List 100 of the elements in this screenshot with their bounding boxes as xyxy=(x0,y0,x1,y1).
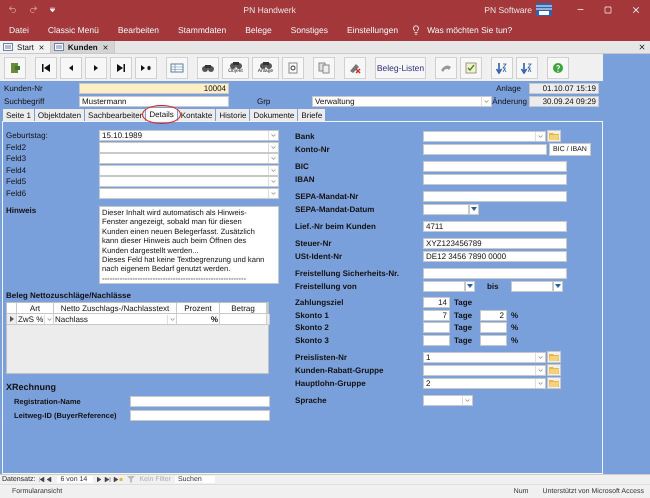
percent-field[interactable]: 2 xyxy=(480,310,507,321)
datasheet-button[interactable] xyxy=(166,56,188,78)
text-field[interactable] xyxy=(423,144,547,154)
dropdown-field[interactable] xyxy=(99,188,279,199)
next-last-new-icon[interactable] xyxy=(97,477,124,482)
column-header: Art xyxy=(17,303,54,314)
form-tab[interactable]: Sachbearbeiter xyxy=(85,109,146,121)
close-icon[interactable] xyxy=(38,44,45,50)
date-picker-button[interactable] xyxy=(552,280,563,292)
document-tab[interactable]: Kunden xyxy=(50,41,115,53)
document-tab[interactable]: Start xyxy=(0,41,51,53)
text-field[interactable] xyxy=(130,396,270,406)
lookup-button[interactable] xyxy=(547,377,561,389)
form-tab[interactable]: Details xyxy=(146,108,177,121)
approve-button[interactable] xyxy=(460,56,482,78)
form-tab[interactable]: Objektdaten xyxy=(34,109,84,121)
dropdown-field[interactable]: 2 xyxy=(423,378,546,388)
text-field[interactable] xyxy=(423,268,567,278)
tell-me-field[interactable]: Was möchten Sie tun? xyxy=(427,25,512,35)
chevron-icon xyxy=(268,154,278,164)
date-picker-button[interactable] xyxy=(465,280,475,292)
exit-button[interactable] xyxy=(4,56,26,78)
field-label: SEPA-Mandat-Nr xyxy=(295,192,360,200)
percent-cell[interactable]: % xyxy=(177,314,220,325)
field-label: Feld4 xyxy=(6,166,28,175)
days-field[interactable]: 14 xyxy=(423,297,450,308)
dropdown-field[interactable]: 15.10.1989 xyxy=(99,130,279,142)
beleg-listen-button[interactable]: Beleg-Listen xyxy=(375,56,426,78)
text-dropdown[interactable]: Nachlass xyxy=(54,314,177,325)
text-field[interactable] xyxy=(423,174,567,184)
dropdown-field[interactable] xyxy=(99,142,279,153)
new-record-button[interactable] xyxy=(135,56,157,78)
sort-descending-icon xyxy=(520,62,534,74)
menu-item[interactable]: Stammdaten xyxy=(178,25,226,35)
folder-icon xyxy=(549,353,559,361)
first-record-button[interactable] xyxy=(35,56,57,78)
next-record-button[interactable] xyxy=(85,56,107,78)
form-tab[interactable]: Dokumente xyxy=(250,109,298,121)
form-tab[interactable]: Historie xyxy=(216,109,250,121)
form-tab[interactable]: Seite 1 xyxy=(3,109,34,121)
dropdown-field[interactable] xyxy=(99,153,279,164)
redo-icon[interactable] xyxy=(29,5,38,14)
form-tab[interactable]: Kontakte xyxy=(178,109,216,121)
customize-icon[interactable] xyxy=(50,7,55,12)
close-icon[interactable] xyxy=(102,44,109,50)
last-record-button[interactable] xyxy=(110,56,132,78)
preview-button[interactable] xyxy=(282,56,304,78)
menu-item[interactable]: Classic Menü xyxy=(48,25,99,35)
phone-button[interactable] xyxy=(435,56,457,78)
first-previous-icon[interactable] xyxy=(39,477,54,482)
date-picker-button[interactable] xyxy=(469,204,479,214)
find-button[interactable] xyxy=(197,56,219,78)
dropdown-field[interactable] xyxy=(423,364,546,376)
close-icon[interactable] xyxy=(631,4,641,14)
days-field[interactable] xyxy=(423,334,450,346)
lookup-button[interactable] xyxy=(547,351,561,363)
date-field[interactable] xyxy=(423,204,469,214)
percent-field[interactable] xyxy=(480,322,507,334)
days-field[interactable]: 7 xyxy=(423,310,450,321)
text-field[interactable] xyxy=(423,190,567,202)
customer-number-field[interactable]: 10004 xyxy=(79,82,229,94)
text-field[interactable]: XYZ123456789 xyxy=(423,238,567,248)
date-field[interactable] xyxy=(423,280,465,292)
date-field[interactable] xyxy=(510,280,553,292)
sort-ascending-button[interactable] xyxy=(491,56,513,78)
type-dropdown[interactable]: ZwS % xyxy=(17,314,54,325)
text-field[interactable] xyxy=(423,160,567,172)
lookup-button[interactable] xyxy=(547,364,561,376)
text-field[interactable] xyxy=(130,410,270,420)
field-label: Suchbegriff xyxy=(4,96,46,106)
dropdown-field[interactable] xyxy=(423,394,473,406)
menu-item[interactable]: Datei xyxy=(9,25,29,35)
previous-record-button[interactable] xyxy=(60,56,82,78)
amount-cell[interactable] xyxy=(220,314,267,325)
copy-button[interactable] xyxy=(313,56,335,78)
sort-descending-button[interactable] xyxy=(516,56,538,78)
days-field[interactable] xyxy=(423,322,450,334)
menu-item[interactable]: Belege xyxy=(245,25,272,35)
text-field[interactable]: DE12 3456 7890 0000 xyxy=(423,250,567,262)
undo-icon[interactable] xyxy=(8,5,17,14)
menu-item[interactable]: Bearbeiten xyxy=(118,25,159,35)
menu-item[interactable]: Sonstiges xyxy=(290,25,328,35)
maximize-icon[interactable] xyxy=(604,6,612,14)
menu-item[interactable]: Einstellungen xyxy=(347,25,398,35)
delete-button[interactable] xyxy=(344,56,366,78)
search-term-field[interactable]: Mustermann xyxy=(79,96,229,106)
help-button[interactable] xyxy=(547,56,569,78)
dropdown-field[interactable] xyxy=(99,164,279,176)
percent-field[interactable] xyxy=(480,334,507,346)
dropdown-field[interactable] xyxy=(423,130,546,142)
dropdown-field[interactable] xyxy=(99,176,279,188)
group-dropdown[interactable]: Verwaltung xyxy=(312,96,492,106)
field-label: Freistellung Sicherheits-Nr. xyxy=(295,268,400,278)
first-record-icon xyxy=(39,62,53,74)
field-label: Kunden-Nr xyxy=(4,84,44,92)
dropdown-field[interactable]: 1 xyxy=(423,352,546,362)
text-field[interactable]: 4711 xyxy=(423,220,567,232)
dropdown-arrow-icon xyxy=(467,284,473,288)
lookup-button[interactable] xyxy=(547,130,561,142)
form-tab[interactable]: Briefe xyxy=(298,109,326,121)
